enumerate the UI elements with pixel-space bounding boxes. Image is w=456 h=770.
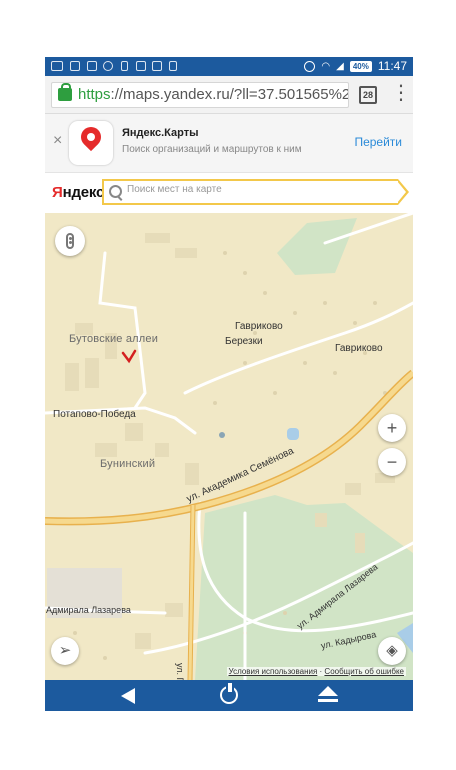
yandex-logo[interactable]: Яндекс — [52, 184, 104, 201]
notification-icon — [70, 61, 80, 71]
yandex-header: Яндекс Поиск мест на карте — [45, 173, 413, 214]
map-footer-links: Условия использования · Сообщить об ошиб… — [226, 667, 406, 676]
alarm-icon — [304, 60, 316, 72]
search-icon — [109, 185, 122, 198]
layers-icon[interactable]: ◈ — [378, 637, 406, 665]
terms-link[interactable]: Условия использования — [229, 667, 318, 676]
map-label-gavrikovo-part-2: во — [271, 321, 283, 332]
locate-me-icon[interactable]: ➢ — [51, 637, 79, 665]
banner-title: Яндекс.Карты — [122, 127, 199, 139]
map-canvas[interactable]: Бутовские аллеи Гавриково Березки Гаврик… — [45, 213, 413, 680]
map-label-admirala-lazareva: Адмирала Лазарева — [46, 605, 131, 615]
map-pin-icon — [76, 122, 106, 152]
url-text[interactable]: https://maps.yandex.ru/?ll=37.501565%2C5… — [78, 86, 349, 103]
map-label-gavrikovo-part-1: Гаврико — [235, 321, 272, 332]
banner-subtitle: Поиск организаций и маршрутов к ним — [122, 144, 302, 155]
signal-icon: ◢ — [336, 60, 344, 72]
map-label-gavrikovo: Гаврикoво — [335, 343, 383, 354]
phone-screen: ◠ ◢ 40% 11:47 https://maps.yandex.ru/?ll… — [45, 57, 413, 711]
url-field[interactable]: https://maps.yandex.ru/?ll=37.501565%2C5… — [51, 82, 349, 108]
copy-icon — [136, 61, 146, 71]
battery-indicator: 40% — [349, 60, 372, 72]
kebab-menu-icon[interactable]: ⋮ — [391, 83, 411, 103]
url-path: ://maps.yandex.ru/?ll=37.501565%2C55 — [110, 86, 349, 103]
close-icon[interactable]: × — [53, 132, 62, 150]
handwritten-mark — [121, 349, 137, 364]
copy-icon-2 — [152, 61, 162, 71]
lock-icon — [58, 83, 72, 101]
app-banner: × Яндекс.Карты Поиск организаций и маршр… — [45, 114, 413, 173]
report-error-link[interactable]: Сообщить об ошибке — [324, 667, 404, 676]
zoom-in-button[interactable]: + — [378, 414, 406, 442]
tabs-button[interactable]: 28 — [359, 86, 377, 104]
search-input[interactable]: Поиск мест на карте — [102, 179, 409, 205]
wifi-icon: ◠ — [321, 60, 331, 72]
map-label-potapovo: Потапово-Победа — [53, 409, 136, 420]
map-label-buninsky: Бунинский — [100, 458, 156, 470]
navigation-bar — [45, 680, 413, 711]
zoom-out-button[interactable]: − — [378, 448, 406, 476]
traffic-button[interactable] — [55, 226, 85, 256]
clock: 11:47 — [377, 59, 407, 73]
browser-toolbar: https://maps.yandex.ru/?ll=37.501565%2C5… — [45, 76, 413, 114]
logo-letter: Я — [52, 184, 63, 201]
keyboard-icon — [51, 61, 63, 71]
traffic-light-icon — [66, 233, 74, 249]
image-icon — [87, 61, 97, 71]
poi-marker[interactable] — [219, 432, 225, 438]
pond — [287, 428, 299, 440]
open-app-link[interactable]: Перейти — [354, 135, 402, 149]
map-label-gavrikovo-village: Гавриково — [235, 321, 283, 332]
map-label-pontryagina: ул. Понтрягина — [175, 663, 185, 680]
yandex-maps-app-icon — [69, 121, 113, 165]
back-triangle-icon[interactable] — [121, 688, 135, 704]
logo-rest: ндекс — [62, 184, 105, 201]
cast-icon — [169, 61, 177, 71]
forest-area — [277, 218, 357, 275]
status-bar: ◠ ◢ 40% 11:47 — [45, 57, 413, 76]
map-label-berezki: Березки — [225, 336, 263, 347]
eject-icon[interactable] — [318, 686, 338, 702]
power-icon[interactable] — [220, 683, 238, 704]
search-placeholder: Поиск мест на карте — [127, 184, 222, 195]
url-scheme: https — [78, 86, 111, 103]
satellite-icon — [103, 61, 113, 71]
map-label-butovskie-allei: Бутовские аллеи — [69, 333, 159, 345]
phone-icon — [121, 61, 128, 71]
